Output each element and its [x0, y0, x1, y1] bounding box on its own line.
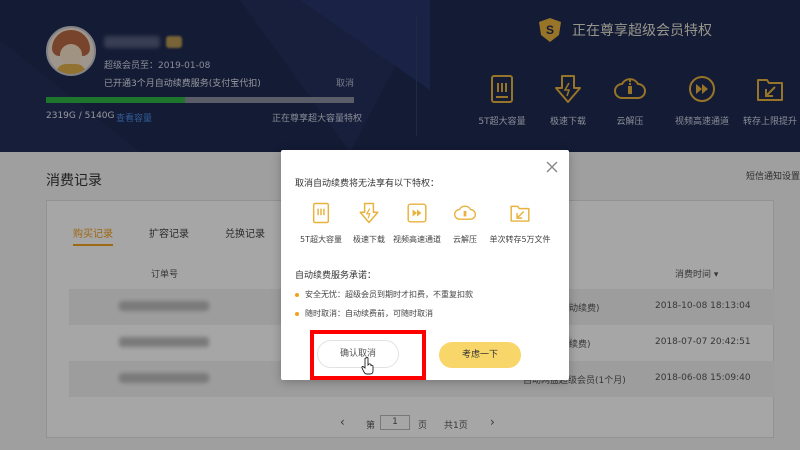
- transfer-icon: [510, 205, 530, 222]
- dialog-perk-transfer: 单次转存5万文件: [487, 202, 553, 245]
- promise-title: 自动续费服务承诺：: [295, 271, 377, 281]
- close-icon[interactable]: [545, 160, 559, 174]
- dialog-perk-storage: 5T超大容量: [295, 202, 347, 245]
- hand-cursor-icon: [361, 357, 374, 375]
- dialog-perk-unzip: 云解压: [439, 202, 491, 245]
- video-icon: [407, 203, 427, 223]
- promise-item: 随时取消：自动续费前，可随时取消: [295, 308, 433, 319]
- bullet-icon: [295, 311, 299, 316]
- promise-item: 安全无忧：超级会员到期时才扣费，不重复扣款: [295, 289, 473, 300]
- dialog-perk-video: 视频高速通道: [391, 202, 443, 245]
- reconsider-button[interactable]: 考虑一下: [439, 342, 521, 368]
- dialog-perk-download: 极速下载: [343, 202, 395, 245]
- cloud-unzip-icon: [454, 205, 476, 220]
- bullet-icon: [295, 292, 299, 297]
- download-icon: [359, 202, 379, 224]
- dialog-title: 取消自动续费将无法享有以下特权：: [295, 179, 440, 189]
- storage-icon: [312, 202, 330, 224]
